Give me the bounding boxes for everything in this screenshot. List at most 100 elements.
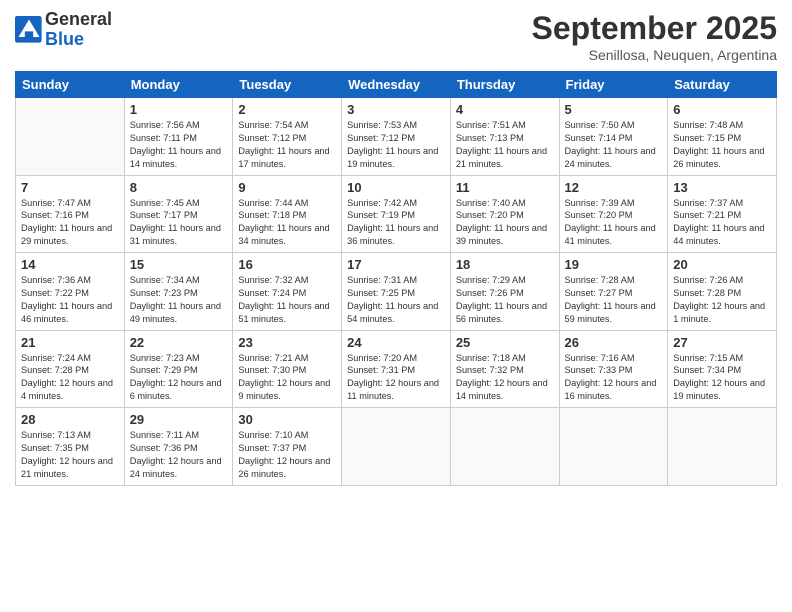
- day-number: 19: [565, 257, 663, 272]
- daylight: Daylight: 11 hours and 21 minutes.: [456, 146, 547, 169]
- day-number: 3: [347, 102, 445, 117]
- sunset: Sunset: 7:21 PM: [673, 210, 741, 220]
- day-info: Sunrise: 7:16 AM Sunset: 7:33 PM Dayligh…: [565, 352, 663, 404]
- day-number: 2: [238, 102, 336, 117]
- sunrise: Sunrise: 7:28 AM: [565, 275, 635, 285]
- sunrise: Sunrise: 7:31 AM: [347, 275, 417, 285]
- sunrise: Sunrise: 7:26 AM: [673, 275, 743, 285]
- day-info: Sunrise: 7:34 AM Sunset: 7:23 PM Dayligh…: [130, 274, 228, 326]
- calendar-header-row: Sunday Monday Tuesday Wednesday Thursday…: [16, 72, 777, 98]
- day-info: Sunrise: 7:48 AM Sunset: 7:15 PM Dayligh…: [673, 119, 771, 171]
- calendar-cell: [450, 408, 559, 486]
- sunrise: Sunrise: 7:45 AM: [130, 198, 200, 208]
- day-info: Sunrise: 7:32 AM Sunset: 7:24 PM Dayligh…: [238, 274, 336, 326]
- calendar-cell: 29 Sunrise: 7:11 AM Sunset: 7:36 PM Dayl…: [124, 408, 233, 486]
- header-saturday: Saturday: [668, 72, 777, 98]
- header-monday: Monday: [124, 72, 233, 98]
- daylight: Daylight: 12 hours and 16 minutes.: [565, 378, 657, 401]
- day-number: 12: [565, 180, 663, 195]
- daylight: Daylight: 12 hours and 21 minutes.: [21, 456, 113, 479]
- day-number: 23: [238, 335, 336, 350]
- day-info: Sunrise: 7:23 AM Sunset: 7:29 PM Dayligh…: [130, 352, 228, 404]
- daylight: Daylight: 11 hours and 59 minutes.: [565, 301, 656, 324]
- logo-line1: General: [45, 10, 112, 30]
- day-number: 10: [347, 180, 445, 195]
- daylight: Daylight: 11 hours and 36 minutes.: [347, 223, 438, 246]
- sunrise: Sunrise: 7:10 AM: [238, 430, 308, 440]
- sunset: Sunset: 7:12 PM: [238, 133, 306, 143]
- day-number: 6: [673, 102, 771, 117]
- day-info: Sunrise: 7:56 AM Sunset: 7:11 PM Dayligh…: [130, 119, 228, 171]
- daylight: Daylight: 11 hours and 24 minutes.: [565, 146, 656, 169]
- day-number: 17: [347, 257, 445, 272]
- day-info: Sunrise: 7:13 AM Sunset: 7:35 PM Dayligh…: [21, 429, 119, 481]
- calendar-cell: 8 Sunrise: 7:45 AM Sunset: 7:17 PM Dayli…: [124, 175, 233, 253]
- daylight: Daylight: 12 hours and 11 minutes.: [347, 378, 439, 401]
- day-number: 5: [565, 102, 663, 117]
- sunrise: Sunrise: 7:13 AM: [21, 430, 91, 440]
- page: General Blue September 2025 Senillosa, N…: [0, 0, 792, 612]
- calendar-table: Sunday Monday Tuesday Wednesday Thursday…: [15, 71, 777, 486]
- calendar-cell: 5 Sunrise: 7:50 AM Sunset: 7:14 PM Dayli…: [559, 98, 668, 176]
- day-info: Sunrise: 7:54 AM Sunset: 7:12 PM Dayligh…: [238, 119, 336, 171]
- calendar-cell: 9 Sunrise: 7:44 AM Sunset: 7:18 PM Dayli…: [233, 175, 342, 253]
- day-number: 30: [238, 412, 336, 427]
- day-info: Sunrise: 7:53 AM Sunset: 7:12 PM Dayligh…: [347, 119, 445, 171]
- day-info: Sunrise: 7:29 AM Sunset: 7:26 PM Dayligh…: [456, 274, 554, 326]
- sunset: Sunset: 7:30 PM: [238, 365, 306, 375]
- daylight: Daylight: 12 hours and 9 minutes.: [238, 378, 330, 401]
- calendar-cell: 16 Sunrise: 7:32 AM Sunset: 7:24 PM Dayl…: [233, 253, 342, 331]
- daylight: Daylight: 12 hours and 14 minutes.: [456, 378, 548, 401]
- sunset: Sunset: 7:26 PM: [456, 288, 524, 298]
- logo-line2: Blue: [45, 30, 112, 50]
- sunset: Sunset: 7:11 PM: [130, 133, 197, 143]
- sunset: Sunset: 7:28 PM: [21, 365, 89, 375]
- day-number: 13: [673, 180, 771, 195]
- day-number: 8: [130, 180, 228, 195]
- sunrise: Sunrise: 7:54 AM: [238, 120, 308, 130]
- sunset: Sunset: 7:36 PM: [130, 443, 198, 453]
- sunset: Sunset: 7:27 PM: [565, 288, 633, 298]
- sunrise: Sunrise: 7:56 AM: [130, 120, 200, 130]
- day-info: Sunrise: 7:37 AM Sunset: 7:21 PM Dayligh…: [673, 197, 771, 249]
- header-wednesday: Wednesday: [342, 72, 451, 98]
- day-info: Sunrise: 7:18 AM Sunset: 7:32 PM Dayligh…: [456, 352, 554, 404]
- sunset: Sunset: 7:33 PM: [565, 365, 633, 375]
- sunrise: Sunrise: 7:40 AM: [456, 198, 526, 208]
- calendar-cell: 17 Sunrise: 7:31 AM Sunset: 7:25 PM Dayl…: [342, 253, 451, 331]
- calendar-cell: 27 Sunrise: 7:15 AM Sunset: 7:34 PM Dayl…: [668, 330, 777, 408]
- calendar-cell: 11 Sunrise: 7:40 AM Sunset: 7:20 PM Dayl…: [450, 175, 559, 253]
- day-info: Sunrise: 7:28 AM Sunset: 7:27 PM Dayligh…: [565, 274, 663, 326]
- day-info: Sunrise: 7:15 AM Sunset: 7:34 PM Dayligh…: [673, 352, 771, 404]
- daylight: Daylight: 11 hours and 39 minutes.: [456, 223, 547, 246]
- sunset: Sunset: 7:18 PM: [238, 210, 306, 220]
- sunset: Sunset: 7:17 PM: [130, 210, 198, 220]
- day-info: Sunrise: 7:51 AM Sunset: 7:13 PM Dayligh…: [456, 119, 554, 171]
- daylight: Daylight: 11 hours and 44 minutes.: [673, 223, 764, 246]
- sunrise: Sunrise: 7:24 AM: [21, 353, 91, 363]
- sunset: Sunset: 7:14 PM: [565, 133, 633, 143]
- daylight: Daylight: 12 hours and 24 minutes.: [130, 456, 222, 479]
- daylight: Daylight: 11 hours and 17 minutes.: [238, 146, 329, 169]
- day-number: 29: [130, 412, 228, 427]
- day-info: Sunrise: 7:45 AM Sunset: 7:17 PM Dayligh…: [130, 197, 228, 249]
- calendar-cell: 24 Sunrise: 7:20 AM Sunset: 7:31 PM Dayl…: [342, 330, 451, 408]
- day-number: 26: [565, 335, 663, 350]
- calendar-cell: 26 Sunrise: 7:16 AM Sunset: 7:33 PM Dayl…: [559, 330, 668, 408]
- sunset: Sunset: 7:13 PM: [456, 133, 524, 143]
- day-number: 11: [456, 180, 554, 195]
- daylight: Daylight: 12 hours and 1 minute.: [673, 301, 765, 324]
- daylight: Daylight: 11 hours and 29 minutes.: [21, 223, 112, 246]
- calendar-cell: [342, 408, 451, 486]
- header-friday: Friday: [559, 72, 668, 98]
- sunrise: Sunrise: 7:48 AM: [673, 120, 743, 130]
- sunset: Sunset: 7:20 PM: [565, 210, 633, 220]
- sunset: Sunset: 7:37 PM: [238, 443, 306, 453]
- sunrise: Sunrise: 7:39 AM: [565, 198, 635, 208]
- day-info: Sunrise: 7:42 AM Sunset: 7:19 PM Dayligh…: [347, 197, 445, 249]
- sunrise: Sunrise: 7:32 AM: [238, 275, 308, 285]
- calendar-cell: 25 Sunrise: 7:18 AM Sunset: 7:32 PM Dayl…: [450, 330, 559, 408]
- day-number: 18: [456, 257, 554, 272]
- day-number: 9: [238, 180, 336, 195]
- day-number: 4: [456, 102, 554, 117]
